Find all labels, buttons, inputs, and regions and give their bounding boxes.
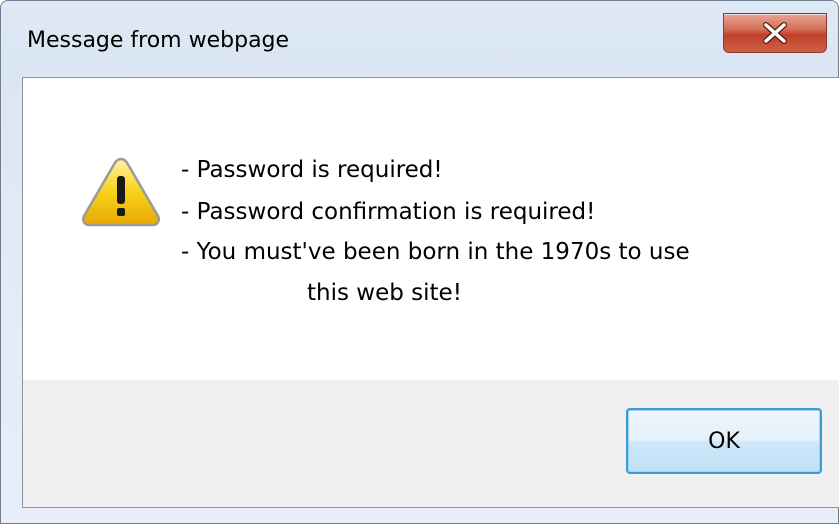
button-area: OK	[23, 380, 839, 507]
warning-icon	[81, 157, 161, 227]
close-icon	[763, 22, 787, 44]
message-line: - You must've been born in the 1970s to …	[181, 239, 690, 265]
dialog-title: Message from webpage	[27, 28, 290, 53]
ok-button[interactable]: OK	[626, 408, 822, 474]
message-line: - Password is required!	[181, 157, 443, 183]
message-line: - Password confirmation is required!	[181, 199, 596, 225]
dialog-window: Message from webpage - Password is requi…	[0, 0, 839, 524]
message-area: - Password is required! - Password confi…	[23, 78, 839, 380]
message-line: this web site!	[307, 280, 462, 306]
close-button[interactable]	[723, 13, 827, 53]
dialog-body: - Password is required! - Password confi…	[22, 77, 839, 508]
